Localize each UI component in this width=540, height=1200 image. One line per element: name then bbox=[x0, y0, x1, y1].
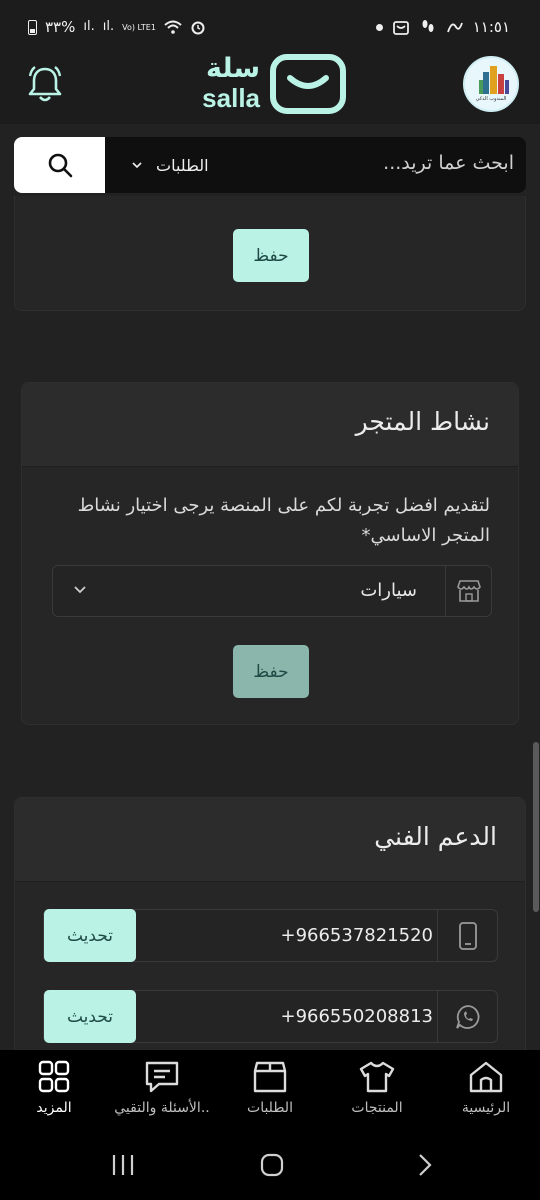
logo-text: سلة salla bbox=[194, 53, 260, 113]
whatsapp-icon bbox=[455, 1004, 479, 1029]
mobile-phone-icon bbox=[458, 921, 477, 950]
network-label: Vo) LTE1 bbox=[122, 22, 156, 32]
clock: ١١:٥١ bbox=[472, 18, 510, 36]
chevron-down-icon bbox=[74, 586, 86, 594]
store-activity-description: لتقديم افضل تجربة لكم على المنصة يرجى اخ… bbox=[77, 495, 490, 546]
chat-icon bbox=[145, 1061, 179, 1093]
support-card: الدعم الفني +966537821520 تحديث +9665502… bbox=[14, 797, 526, 1057]
footsteps-icon bbox=[422, 20, 434, 32]
store-activity-header: نشاط المتجر bbox=[22, 383, 518, 467]
wifi-icon bbox=[164, 20, 182, 34]
support-title: الدعم الفني bbox=[374, 822, 497, 851]
store-activity-select[interactable]: سيارات bbox=[52, 565, 492, 617]
nav-item-questions-reviews[interactable]: الأسئلة والتقيي.. bbox=[108, 1050, 216, 1132]
logo-english: salla bbox=[202, 83, 260, 113]
support-whatsapp-row: +966550208813 تحديث bbox=[43, 990, 498, 1043]
update-whatsapp-button[interactable]: تحديث bbox=[44, 990, 136, 1043]
app-header: سلة salla المندوب الذكي bbox=[0, 52, 540, 124]
battery-icon bbox=[28, 19, 37, 35]
phone-icon-box bbox=[437, 910, 497, 961]
avatar-caption: المندوب الذكي bbox=[475, 96, 507, 102]
nav-label-products: المنتجات bbox=[351, 1100, 403, 1116]
store-activity-value: سيارات bbox=[360, 580, 417, 601]
box-icon bbox=[253, 1061, 287, 1093]
recent-apps-icon[interactable] bbox=[110, 1152, 136, 1178]
shopping-bag-icon bbox=[392, 21, 409, 35]
notification-dot-icon bbox=[375, 23, 383, 31]
previous-settings-card: حفظ bbox=[14, 196, 526, 311]
salla-logo[interactable]: سلة salla bbox=[190, 52, 350, 116]
notifications-bell-icon[interactable] bbox=[26, 64, 64, 104]
grid-icon bbox=[38, 1060, 70, 1093]
nav-item-orders[interactable]: الطلبات bbox=[216, 1050, 324, 1132]
store-logo-icon bbox=[479, 66, 509, 94]
bottom-nav: الرئيسية المنتجات الطلبات الأسئلة والتقي… bbox=[0, 1050, 540, 1132]
search-input[interactable]: ابحث عما تريد... bbox=[383, 137, 514, 193]
phone-input[interactable]: +966537821520 bbox=[136, 910, 437, 961]
alarm-icon bbox=[191, 21, 205, 35]
store-activity-title: نشاط المتجر bbox=[355, 407, 490, 436]
search-bar: الطلبات ابحث عما تريد... bbox=[14, 137, 526, 193]
home-icon bbox=[469, 1061, 503, 1093]
store-icon-box bbox=[445, 566, 491, 616]
nav-label-home: الرئيسية bbox=[461, 1100, 511, 1116]
support-phone-row: +966537821520 تحديث bbox=[43, 909, 498, 962]
store-avatar[interactable]: المندوب الذكي bbox=[463, 56, 519, 112]
store-activity-card: نشاط المتجر لتقديم افضل تجربة لكم على ال… bbox=[21, 382, 519, 725]
nav-item-products[interactable]: المنتجات bbox=[323, 1050, 431, 1132]
battery-level: ٣٣% bbox=[45, 18, 76, 36]
save-button[interactable]: حفظ bbox=[233, 229, 309, 282]
whatsapp-icon-box bbox=[437, 991, 497, 1042]
support-header: الدعم الفني bbox=[15, 798, 525, 882]
whatsapp-input[interactable]: +966550208813 bbox=[136, 991, 437, 1042]
nav-label-orders: الطلبات bbox=[247, 1100, 293, 1116]
nav-item-home[interactable]: الرئيسية bbox=[432, 1050, 540, 1132]
salla-bag-icon bbox=[270, 54, 346, 114]
back-icon[interactable] bbox=[412, 1152, 438, 1178]
chevron-down-icon bbox=[132, 162, 142, 169]
search-category-label: الطلبات bbox=[156, 155, 209, 175]
search-icon bbox=[48, 153, 72, 178]
status-left: ٣٣% ıl. ıl. Vo) LTE1 bbox=[28, 18, 206, 36]
search-category-select[interactable]: الطلبات bbox=[132, 137, 209, 193]
search-button[interactable] bbox=[14, 137, 105, 193]
status-right: ١١:٥١ bbox=[375, 18, 510, 36]
logo-arabic: سلة bbox=[206, 53, 260, 84]
store-activity-save-button[interactable]: حفظ bbox=[233, 645, 309, 698]
shirt-icon bbox=[359, 1061, 395, 1093]
system-nav-bar bbox=[0, 1132, 540, 1200]
signal-icon: ıl. bbox=[83, 19, 95, 34]
signal-icon-2: ıl. bbox=[102, 19, 115, 34]
scrollbar-thumb[interactable] bbox=[533, 742, 539, 912]
status-bar: ٣٣% ıl. ıl. Vo) LTE1 ١١:٥١ bbox=[0, 0, 540, 52]
link-icon bbox=[446, 22, 463, 33]
nav-item-more[interactable]: المزيد bbox=[0, 1050, 108, 1132]
nav-label-questions-reviews: الأسئلة والتقيي.. bbox=[114, 1100, 210, 1116]
nav-label-more: المزيد bbox=[36, 1100, 72, 1116]
home-button-icon[interactable] bbox=[259, 1152, 285, 1178]
store-icon bbox=[456, 580, 481, 602]
update-phone-button[interactable]: تحديث bbox=[44, 909, 136, 962]
